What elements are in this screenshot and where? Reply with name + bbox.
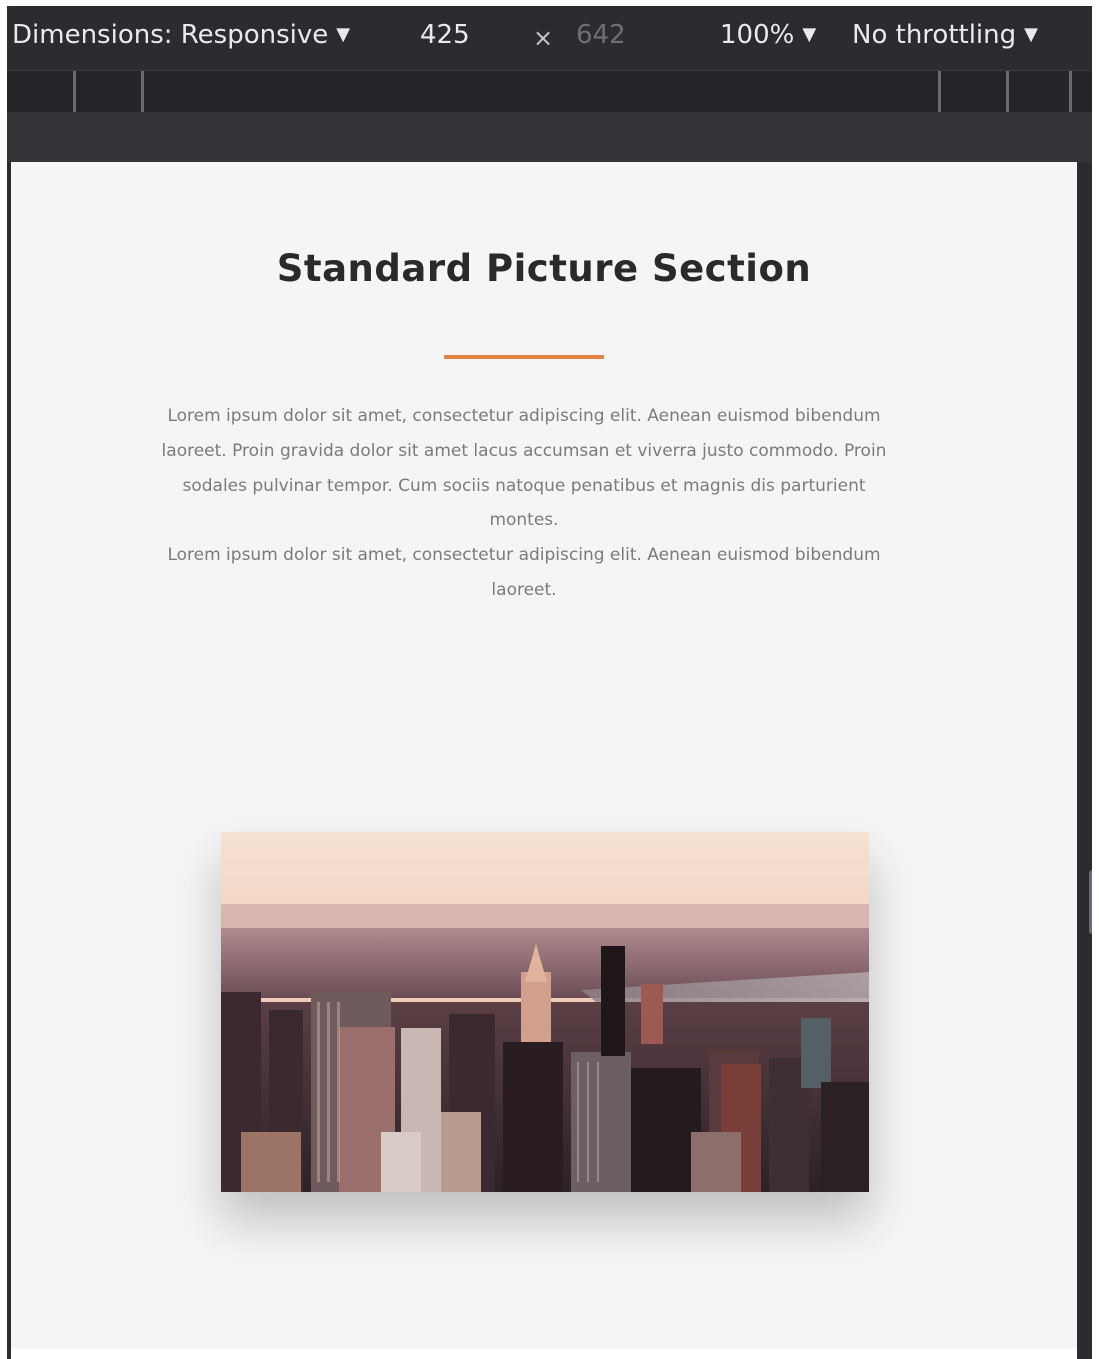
media-query-marker[interactable] <box>73 71 76 113</box>
throttling-label: No throttling <box>852 20 1017 50</box>
device-toolbar: Dimensions: Responsive ▼ 425 × 642 100% ▼ … <box>7 6 1092 70</box>
description-paragraph: Lorem ipsum dolor sit amet, consectetur … <box>161 406 887 531</box>
window-edge <box>1092 6 1099 1359</box>
height-input[interactable]: 642 <box>576 20 626 50</box>
media-query-marker[interactable] <box>938 71 941 113</box>
section-title: Standard Picture Section <box>276 247 812 290</box>
device-viewport: Standard Picture Section Lorem ipsum dol… <box>11 162 1077 1349</box>
throttling-dropdown[interactable]: No throttling ▼ <box>852 20 1038 50</box>
width-input[interactable]: 425 <box>420 20 470 50</box>
description-paragraph: Lorem ipsum dolor sit amet, consectetur … <box>167 545 881 600</box>
city-skyline-image <box>221 832 869 1192</box>
section-description: Lorem ipsum dolor sit amet, consectetur … <box>161 399 887 608</box>
title-divider <box>444 355 604 359</box>
picture-card <box>221 832 869 1192</box>
dimensions-dropdown[interactable]: Dimensions: Responsive ▼ <box>12 20 350 50</box>
dimensions-label: Dimensions: Responsive <box>12 20 329 50</box>
times-icon: × <box>533 24 554 52</box>
window-dots <box>227 824 251 839</box>
media-query-bar <box>7 70 1092 113</box>
zoom-label: 100% <box>720 20 795 50</box>
ruler-gutter <box>7 112 1092 162</box>
zoom-dropdown[interactable]: 100% ▼ <box>720 20 816 50</box>
media-query-marker[interactable] <box>1069 71 1072 113</box>
media-query-marker[interactable] <box>1006 71 1009 113</box>
caret-down-icon: ▼ <box>1024 24 1038 45</box>
media-query-marker[interactable] <box>141 71 144 113</box>
caret-down-icon: ▼ <box>802 24 817 45</box>
caret-down-icon: ▼ <box>336 24 351 45</box>
